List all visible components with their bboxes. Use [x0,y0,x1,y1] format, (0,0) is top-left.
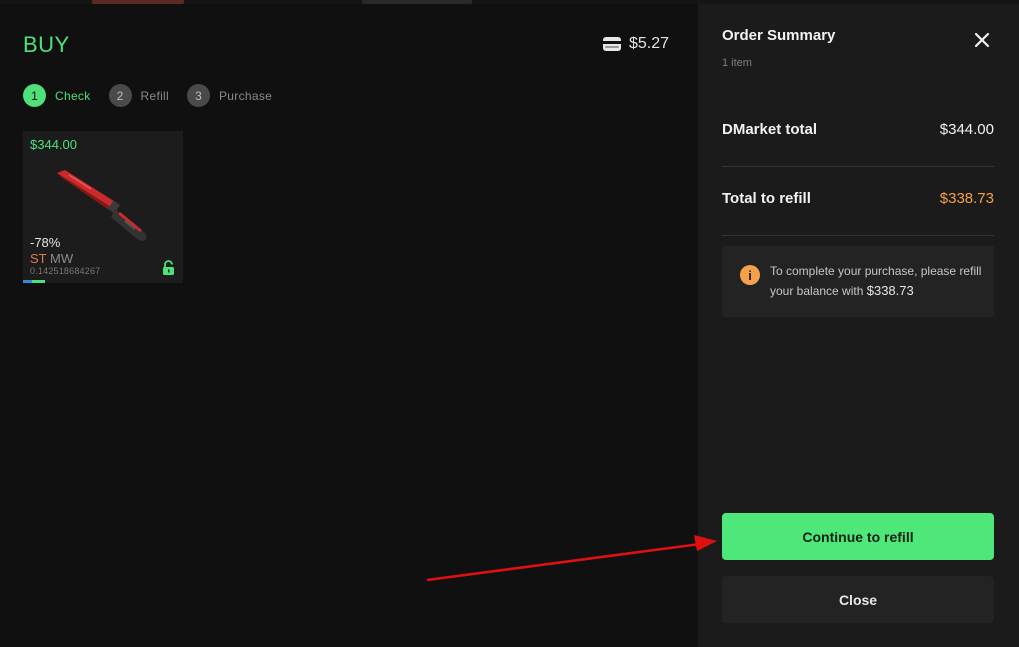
wear-label: MW [50,251,74,266]
close-icon[interactable] [972,30,992,50]
refill-total-value: $338.73 [939,190,994,207]
balance: $5.27 [602,35,669,53]
info-icon: i [740,265,760,285]
step-purchase: 3 Purchase [187,84,272,107]
item-float: 0.142518684267 [30,266,101,276]
float-bar [23,280,45,283]
step-number: 1 [23,84,46,107]
refill-total-row: Total to refill $338.73 [722,190,994,207]
unlock-icon [163,260,174,275]
step-label: Purchase [219,88,273,103]
divider [722,235,994,236]
step-number: 2 [108,84,132,107]
knife-image [57,170,147,241]
item-count: 1 item [722,57,752,69]
item-card[interactable]: $344.00 -78% ST MW 0.142518684267 [23,131,183,283]
step-check: 1 Check [23,84,91,107]
buy-area: BUY $5.27 1 Check 2 Refill 3 Purchase $3… [0,4,698,647]
info-text: To complete your purchase, please refill… [770,262,986,301]
dmarket-total-row: DMarket total $344.00 [722,121,994,138]
stattrak-badge: ST [30,251,47,266]
checkout-steps: 1 Check 2 Refill 3 Purchase [23,84,290,107]
dmarket-total-label: DMarket total [722,121,818,138]
item-quality: ST MW [30,251,73,266]
step-refill: 2 Refill [108,84,169,107]
refill-total-label: Total to refill [722,190,811,207]
step-number: 3 [187,84,210,107]
divider [722,166,994,167]
info-amount: $338.73 [866,283,914,298]
buy-title: BUY [23,32,70,57]
continue-to-refill-button[interactable]: Continue to refill [722,513,994,560]
order-summary-title: Order Summary [722,27,836,44]
close-button[interactable]: Close [722,576,994,623]
wallet-icon [603,37,621,51]
step-label: Refill [140,88,169,103]
refill-info-box: i To complete your purchase, please refi… [722,246,994,317]
dmarket-total-value: $344.00 [939,121,994,138]
item-discount: -78% [30,235,61,250]
item-price: $344.00 [30,137,77,152]
step-label: Check [55,88,91,103]
balance-amount: $5.27 [629,35,670,52]
order-summary-panel: Order Summary 1 item DMarket total $344.… [698,4,1019,647]
